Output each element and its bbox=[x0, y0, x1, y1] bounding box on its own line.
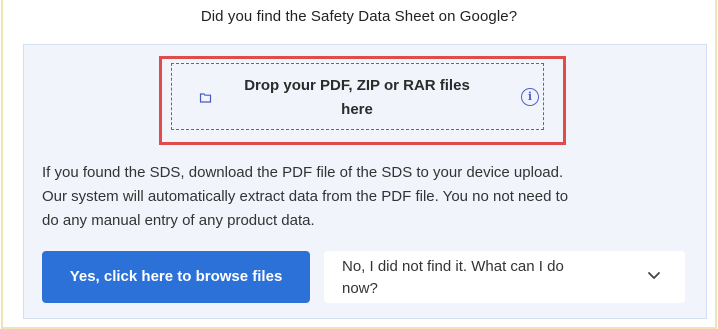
not-found-label-line1: No, I did not find it. What can I do bbox=[342, 258, 564, 275]
instructions-line3: do any manual entry of any product data. bbox=[42, 212, 315, 229]
chevron-down-icon bbox=[644, 265, 664, 285]
question-heading: Did you find the Safety Data Sheet on Go… bbox=[200, 8, 518, 25]
not-found-dropdown[interactable]: No, I did not find it. What can I do now… bbox=[324, 251, 685, 303]
file-dropzone[interactable]: Drop your PDF, ZIP or RAR files here i bbox=[171, 63, 544, 130]
not-found-label-line2: now? bbox=[342, 280, 378, 297]
dropzone-label-line1: Drop your PDF, ZIP or RAR files bbox=[244, 77, 470, 94]
not-found-label: No, I did not find it. What can I do now… bbox=[342, 256, 632, 300]
info-icon[interactable]: i bbox=[521, 88, 539, 106]
browse-files-button[interactable]: Yes, click here to browse files bbox=[42, 251, 310, 303]
instructions-line2: Our system will automatically extract da… bbox=[42, 188, 569, 205]
upload-panel: Drop your PDF, ZIP or RAR files here i I… bbox=[23, 44, 707, 319]
instructions-line1: If you found the SDS, download the PDF f… bbox=[42, 164, 564, 181]
dropzone-label-line2: here bbox=[341, 101, 373, 118]
instructions-text: If you found the SDS, download the PDF f… bbox=[42, 161, 702, 233]
dropzone-label: Drop your PDF, ZIP or RAR files here bbox=[232, 74, 482, 122]
folder-file-icon bbox=[199, 91, 212, 104]
